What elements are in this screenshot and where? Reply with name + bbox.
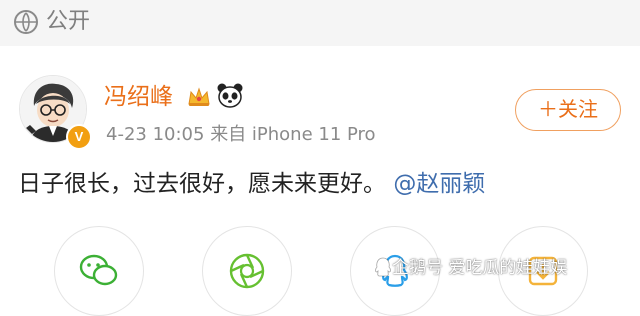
share-wechat-button[interactable] bbox=[54, 226, 144, 316]
crown-icon bbox=[188, 87, 210, 106]
visibility-label: 公开 bbox=[46, 9, 91, 34]
eye-icon bbox=[14, 10, 38, 34]
post-content: 日子很长，过去很好，愿未来更好。 bbox=[18, 171, 386, 197]
author-name[interactable]: 冯绍峰 bbox=[104, 82, 173, 112]
post-source: 来自 iPhone 11 Pro bbox=[210, 124, 376, 145]
post-timestamp: 4-23 10:05 bbox=[106, 124, 205, 145]
verified-badge: V bbox=[66, 124, 92, 150]
moments-icon bbox=[229, 253, 265, 289]
watermark-logo-icon bbox=[375, 257, 391, 277]
visibility-bar: 公开 bbox=[0, 0, 640, 46]
share-moments-button[interactable] bbox=[202, 226, 292, 316]
post-body: 日子很长，过去很好，愿未来更好。 @赵丽颖 bbox=[18, 168, 485, 200]
panda-icon bbox=[217, 83, 243, 108]
follow-button[interactable]: ＋关注 bbox=[515, 89, 621, 131]
wechat-icon bbox=[79, 254, 118, 286]
watermark-text: 企鹅号 爱吃瓜的娃娃娱 bbox=[392, 258, 568, 278]
post-meta: 4-23 10:05 来自 iPhone 11 Pro bbox=[106, 122, 376, 148]
mention-link[interactable]: @赵丽颖 bbox=[393, 171, 485, 197]
